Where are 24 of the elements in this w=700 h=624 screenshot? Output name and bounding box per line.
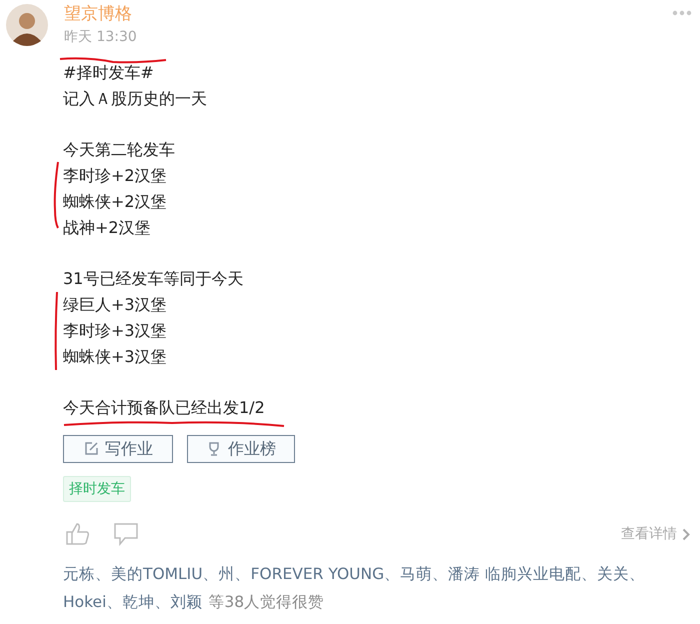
post-text-line: 今天合计预备队已经出发1/2: [63, 397, 265, 420]
ranking-button[interactable]: 作业榜: [187, 435, 295, 464]
post-text-line: 绿巨人+3汉堡: [63, 294, 167, 316]
more-icon[interactable]: [672, 10, 692, 16]
post-text-line: #择时发车#: [63, 62, 154, 84]
post-text-line: 今天第二轮发车: [63, 139, 175, 162]
write-homework-button[interactable]: 写作业: [63, 435, 173, 464]
edit-icon: [83, 441, 99, 458]
post-text-line: 31号已经发车等同于今天: [63, 268, 244, 290]
post-text-line: 记入Ａ股历史的一天: [63, 88, 207, 110]
liker-names[interactable]: 元栋、美的TOMLIU、州、FOREVER YOUNG、马萌、潘涛 临朐兴业电配、关关、: [63, 560, 646, 588]
post-text-line: 战神+2汉堡: [63, 216, 151, 239]
liker-names[interactable]: Hokei、乾坤、刘颖: [63, 588, 202, 616]
bracket-mark: [52, 160, 60, 230]
post-time: 昨天 13:30: [64, 28, 138, 46]
comment-icon[interactable]: [113, 522, 139, 546]
post-text-line: 蜘蛛侠+2汉堡: [63, 190, 167, 213]
chevron-right-icon: [682, 528, 690, 541]
like-count-text: 等38人觉得很赞: [208, 592, 324, 614]
thumbs-up-icon[interactable]: [65, 522, 91, 546]
avatar[interactable]: [6, 4, 48, 46]
post-text-line: 李时珍+2汉堡: [63, 165, 167, 188]
post-text-line: 李时珍+3汉堡: [63, 320, 167, 342]
post-text-line: 蜘蛛侠+3汉堡: [63, 346, 167, 368]
